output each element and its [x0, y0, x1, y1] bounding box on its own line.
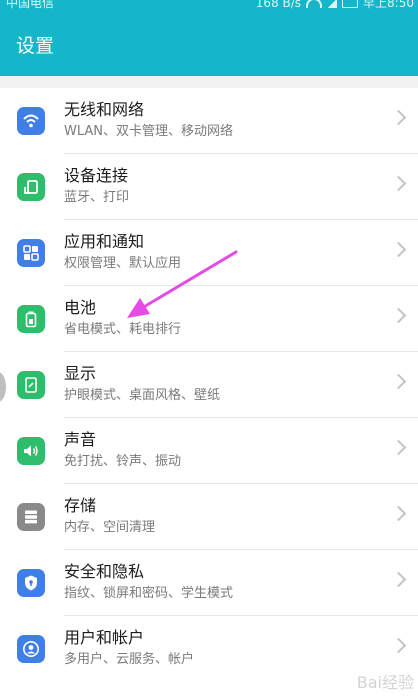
annotation-arrow [127, 250, 238, 318]
annotation-arrow-head [127, 298, 150, 318]
annotation-arrow-line [140, 250, 238, 310]
watermark: Bai经验 [356, 673, 414, 692]
